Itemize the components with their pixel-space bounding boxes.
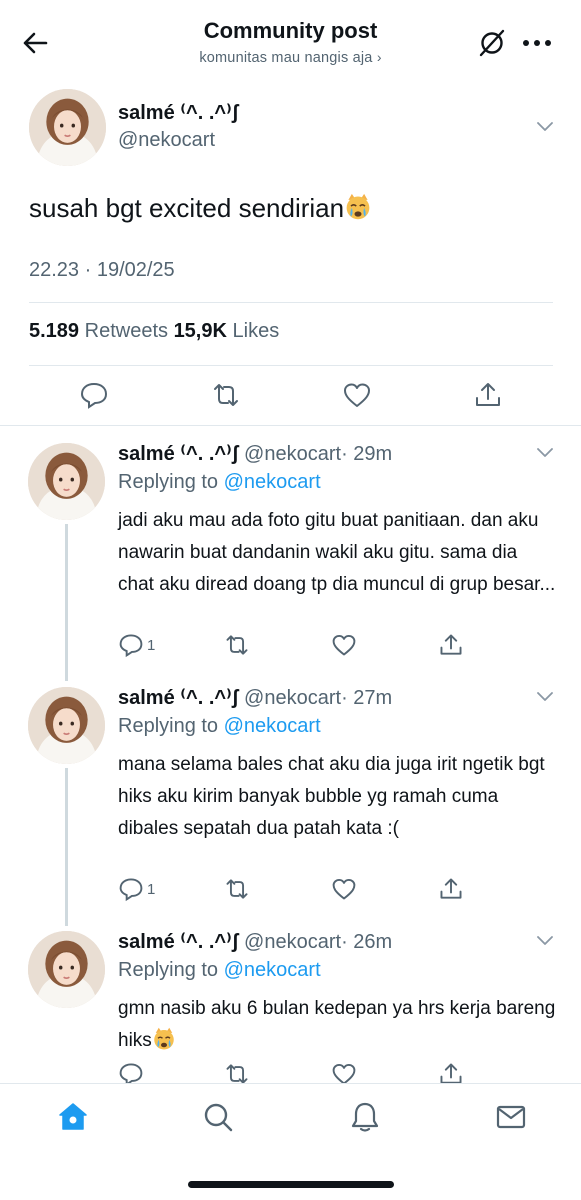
share-icon[interactable] (473, 380, 503, 410)
reply-text: gmn nasib aku 6 bulan kedepan ya hrs ker… (118, 998, 556, 1051)
chevron-down-icon[interactable] (537, 936, 553, 946)
retweets-label[interactable]: Retweets (85, 320, 168, 342)
mention-link[interactable]: @nekocart (224, 715, 321, 737)
post-timestamp: 22.23 · 19/02/25 (29, 259, 175, 281)
home-icon[interactable] (57, 1101, 89, 1133)
community-name: komunitas mau nangis aja (199, 50, 373, 66)
avatar[interactable] (28, 687, 105, 764)
author-handle[interactable]: @nekocart (118, 129, 215, 152)
replying-to: Replying to @nekocart (118, 715, 321, 737)
reply-time: · 29m (341, 443, 393, 465)
reply-icon[interactable] (118, 632, 144, 658)
more-options-icon[interactable] (521, 27, 553, 59)
avatar[interactable] (29, 89, 106, 166)
post-text: susah bgt excited sendirian (29, 193, 372, 224)
reply-text: jadi aku mau ada foto gitu buat panitiaa… (118, 510, 556, 595)
crying-cat-emoji-icon (346, 193, 370, 220)
chevron-down-icon[interactable] (537, 692, 553, 702)
chevron-down-icon[interactable] (537, 448, 553, 458)
retweets-count[interactable]: 5.189 (29, 320, 79, 342)
replying-to: Replying to @nekocart (118, 471, 321, 493)
avatar[interactable] (28, 931, 105, 1008)
author-name[interactable]: salmé ⁽^. .^⁾ʃ (118, 443, 238, 465)
reply-text: mana selama bales chat aku dia juga irit… (118, 754, 545, 839)
mention-link[interactable]: @nekocart (224, 959, 321, 981)
share-icon[interactable] (438, 876, 464, 902)
author-handle[interactable]: @nekocart (244, 443, 341, 465)
top-header: Community post komunitas mau nangis aja … (0, 0, 581, 82)
reply-count: 1 (147, 881, 156, 898)
likes-label[interactable]: Likes (233, 320, 280, 342)
thread-connector (65, 524, 68, 681)
replying-to: Replying to @nekocart (118, 959, 321, 981)
retweet-icon[interactable] (224, 632, 250, 658)
crying-cat-emoji-icon (154, 1027, 174, 1050)
share-icon[interactable] (438, 632, 464, 658)
author-handle[interactable]: @nekocart (244, 931, 341, 953)
reply-icon[interactable] (79, 380, 109, 410)
like-heart-icon[interactable] (331, 876, 357, 902)
chevron-down-icon[interactable] (537, 122, 553, 132)
reply-header: salmé ⁽^. .^⁾ʃ @nekocart· 26m (118, 929, 392, 954)
mention-link[interactable]: @nekocart (224, 471, 321, 493)
chevron-right-icon: › (376, 49, 382, 65)
thread-connector (65, 768, 68, 926)
like-heart-icon[interactable] (331, 632, 357, 658)
home-indicator[interactable] (188, 1181, 394, 1188)
post-stats: 5.189 Retweets 15,9K Likes (29, 320, 279, 343)
author-handle[interactable]: @nekocart (244, 687, 341, 709)
reply-count: 1 (147, 637, 156, 654)
likes-count[interactable]: 15,9K (174, 320, 227, 342)
divider (0, 425, 581, 426)
author-name[interactable]: salmé ⁽^. .^⁾ʃ (118, 100, 238, 125)
like-heart-icon[interactable] (342, 380, 372, 410)
search-icon[interactable] (202, 1101, 234, 1133)
hide-reply-icon[interactable] (476, 27, 508, 59)
notifications-bell-icon[interactable] (349, 1101, 381, 1133)
reply-header: salmé ⁽^. .^⁾ʃ @nekocart· 27m (118, 685, 392, 710)
reply-icon[interactable] (118, 876, 144, 902)
author-name[interactable]: salmé ⁽^. .^⁾ʃ (118, 931, 238, 953)
reply-time: · 26m (341, 931, 393, 953)
divider (29, 302, 553, 303)
avatar[interactable] (28, 443, 105, 520)
messages-envelope-icon[interactable] (495, 1101, 527, 1133)
author-name[interactable]: salmé ⁽^. .^⁾ʃ (118, 687, 238, 709)
reply-time: · 27m (341, 687, 393, 709)
retweet-icon[interactable] (224, 876, 250, 902)
divider (29, 365, 553, 366)
retweet-icon[interactable] (211, 380, 241, 410)
reply-header: salmé ⁽^. .^⁾ʃ @nekocart· 29m (118, 441, 392, 466)
